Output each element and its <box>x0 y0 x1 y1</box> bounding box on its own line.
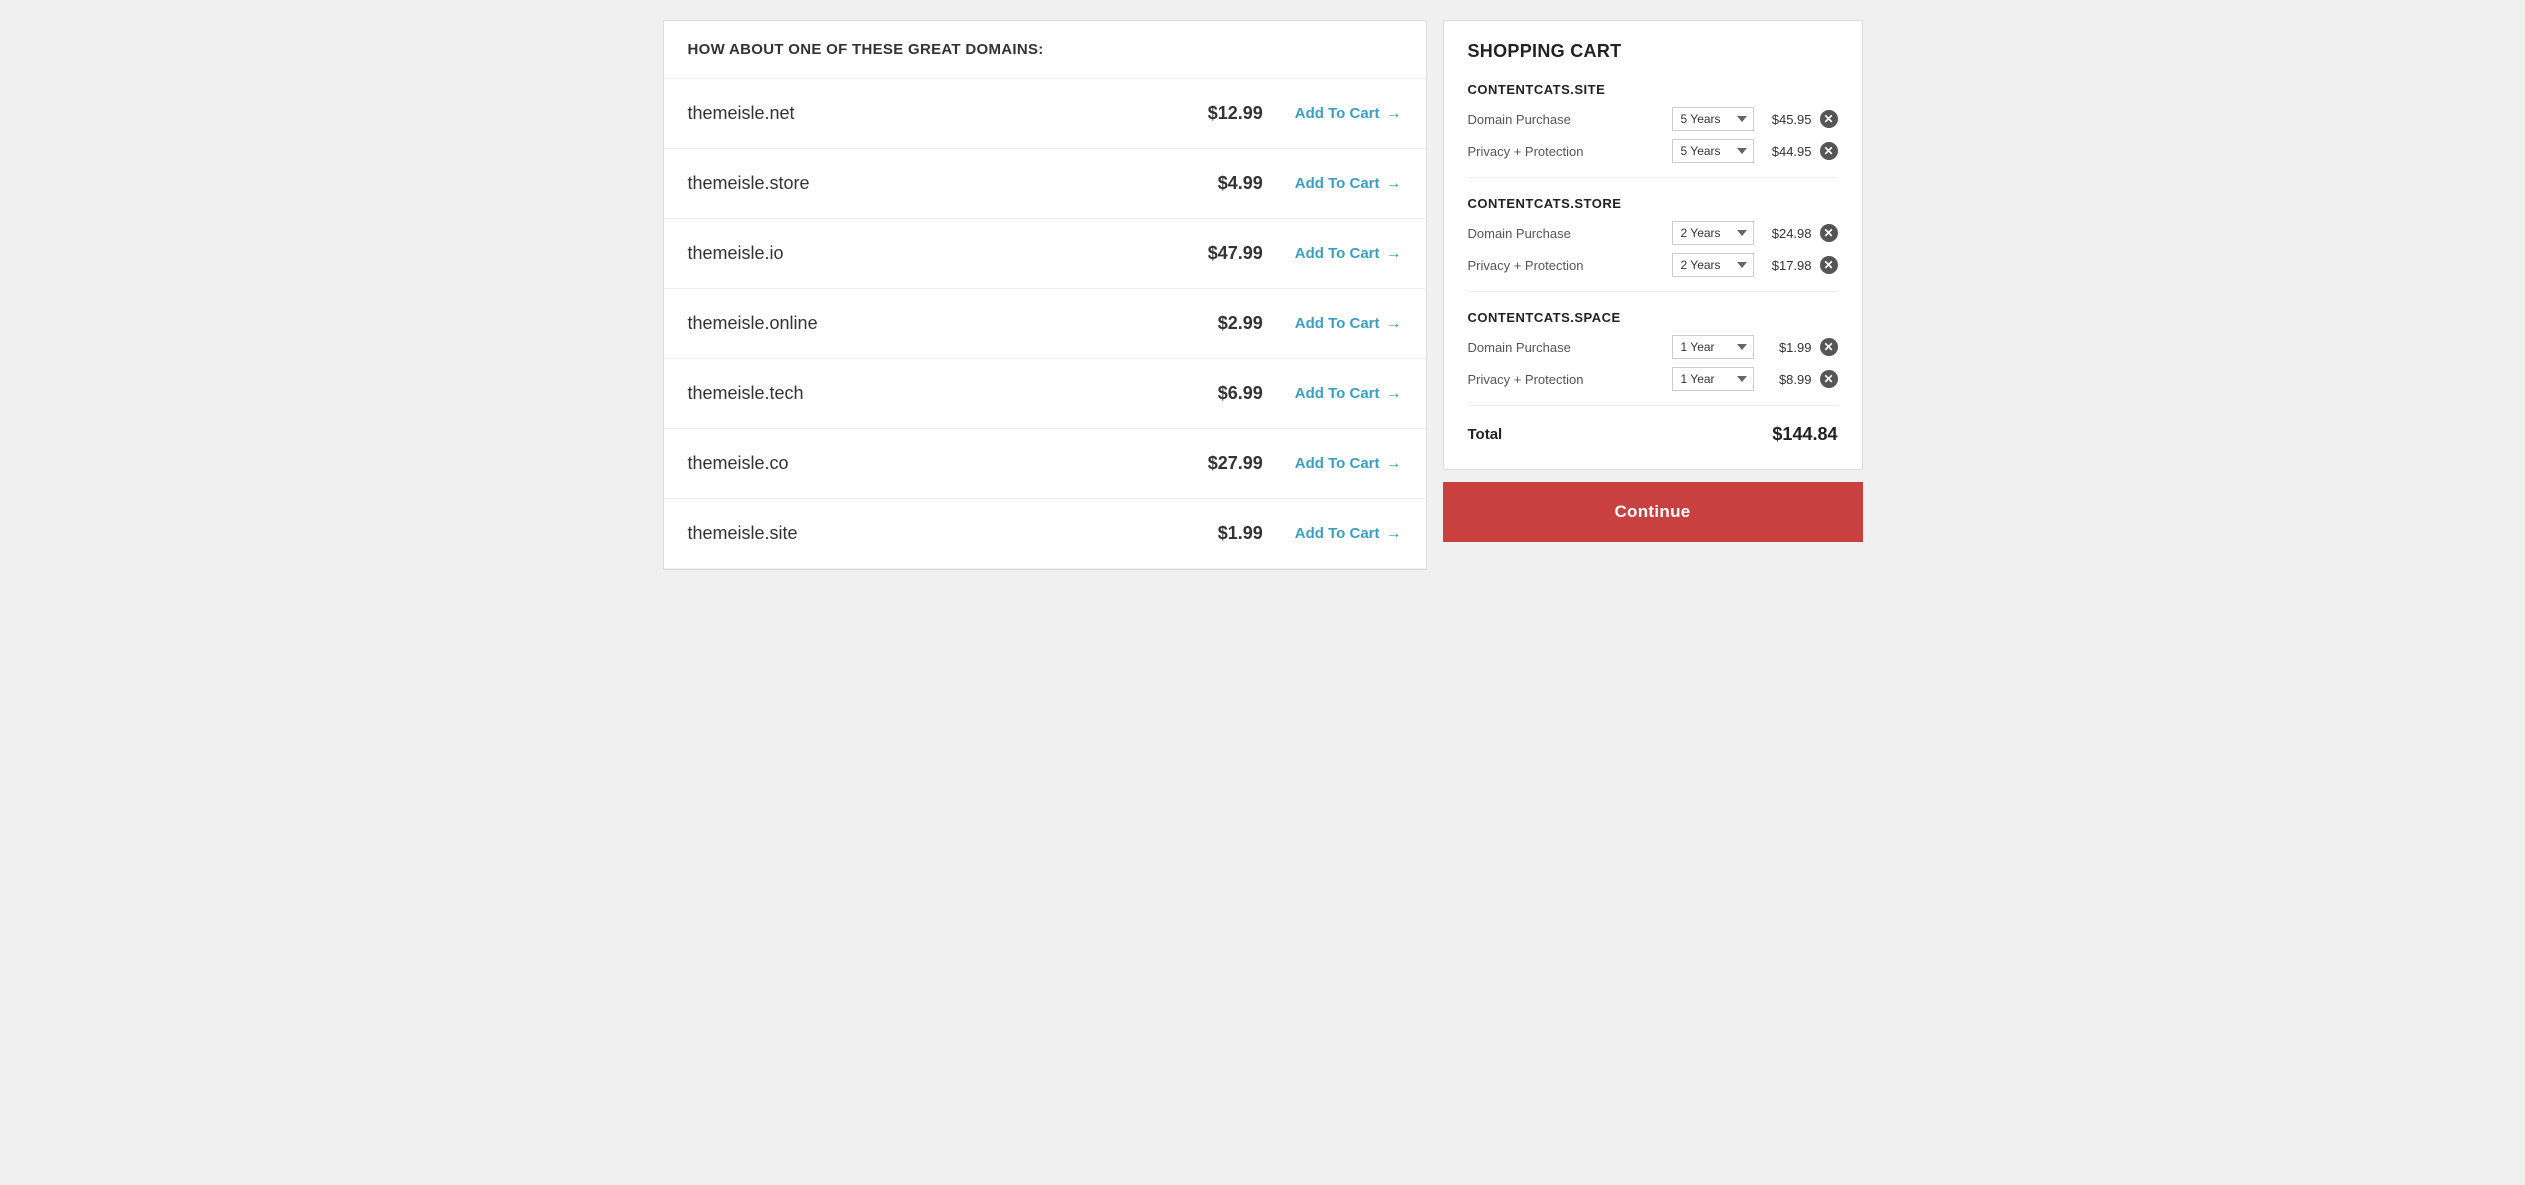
cart-line-label: Privacy + Protection <box>1468 372 1588 387</box>
remove-button[interactable]: ✕ <box>1820 110 1838 128</box>
remove-button[interactable]: ✕ <box>1820 142 1838 160</box>
domain-name: themeisle.io <box>688 243 1183 264</box>
arrow-right-icon: → <box>1386 245 1402 263</box>
add-to-cart-label: Add To Cart <box>1295 245 1380 262</box>
cart-line-right: 1 Year2 Years3 Years5 Years $44.95 ✕ <box>1672 139 1838 163</box>
remove-button[interactable]: ✕ <box>1820 224 1838 242</box>
left-panel-header: HOW ABOUT ONE OF THESE GREAT DOMAINS: <box>664 21 1426 79</box>
add-to-cart-button[interactable]: Add To Cart → <box>1295 175 1402 193</box>
cart-line: Privacy + Protection 1 Year2 Years3 Years… <box>1468 253 1838 277</box>
cart-line-label: Privacy + Protection <box>1468 258 1588 273</box>
cart-line-price: $8.99 <box>1762 372 1812 387</box>
cart-line-price: $1.99 <box>1762 340 1812 355</box>
cart-section-domain-name: CONTENTCATS.SPACE <box>1468 310 1838 325</box>
year-select[interactable]: 1 Year2 Years3 Years5 Years <box>1672 107 1754 131</box>
cart-line-label: Domain Purchase <box>1468 112 1588 127</box>
cart-total-value: $144.84 <box>1772 424 1837 445</box>
domain-price: $4.99 <box>1183 173 1263 194</box>
domain-price: $1.99 <box>1183 523 1263 544</box>
add-to-cart-button[interactable]: Add To Cart → <box>1295 385 1402 403</box>
year-select[interactable]: 1 Year2 Years3 Years5 Years <box>1672 335 1754 359</box>
domain-name: themeisle.store <box>688 173 1183 194</box>
domain-price: $2.99 <box>1183 313 1263 334</box>
cart-total-row: Total $144.84 <box>1468 424 1838 445</box>
cart-domain-section: CONTENTCATS.STORE Domain Purchase 1 Year2 … <box>1468 196 1838 292</box>
cart-sections: CONTENTCATS.SITE Domain Purchase 1 Year2 Y… <box>1468 82 1838 406</box>
domain-price: $6.99 <box>1183 383 1263 404</box>
cart-line-right: 1 Year2 Years3 Years5 Years $45.95 ✕ <box>1672 107 1838 131</box>
left-panel: HOW ABOUT ONE OF THESE GREAT DOMAINS: th… <box>663 20 1427 570</box>
cart-line: Domain Purchase 1 Year2 Years3 Years5 Yea… <box>1468 107 1838 131</box>
page-wrapper: HOW ABOUT ONE OF THESE GREAT DOMAINS: th… <box>663 20 1863 570</box>
domain-row: themeisle.site$1.99 Add To Cart → <box>664 499 1426 569</box>
cart-title: SHOPPING CART <box>1468 41 1838 62</box>
remove-button[interactable]: ✕ <box>1820 338 1838 356</box>
add-to-cart-label: Add To Cart <box>1295 315 1380 332</box>
remove-button[interactable]: ✕ <box>1820 256 1838 274</box>
add-to-cart-button[interactable]: Add To Cart → <box>1295 245 1402 263</box>
domain-row: themeisle.store$4.99 Add To Cart → <box>664 149 1426 219</box>
add-to-cart-label: Add To Cart <box>1295 525 1380 542</box>
cart-line-price: $24.98 <box>1762 226 1812 241</box>
continue-button[interactable]: Continue <box>1443 482 1863 542</box>
cart-domain-section: CONTENTCATS.SPACE Domain Purchase 1 Year2 … <box>1468 310 1838 406</box>
add-to-cart-button[interactable]: Add To Cart → <box>1295 315 1402 333</box>
cart-line-price: $45.95 <box>1762 112 1812 127</box>
year-select[interactable]: 1 Year2 Years3 Years5 Years <box>1672 139 1754 163</box>
cart-box: SHOPPING CART CONTENTCATS.SITE Domain Pur… <box>1443 20 1863 470</box>
add-to-cart-button[interactable]: Add To Cart → <box>1295 105 1402 123</box>
domain-row: themeisle.tech$6.99 Add To Cart → <box>664 359 1426 429</box>
add-to-cart-label: Add To Cart <box>1295 175 1380 192</box>
domain-list: themeisle.net$12.99Add To Cart →themeisl… <box>664 79 1426 569</box>
domain-name: themeisle.site <box>688 523 1183 544</box>
arrow-right-icon: → <box>1386 315 1402 333</box>
add-to-cart-label: Add To Cart <box>1295 455 1380 472</box>
cart-line: Privacy + Protection 1 Year2 Years3 Years… <box>1468 139 1838 163</box>
add-to-cart-button[interactable]: Add To Cart → <box>1295 455 1402 473</box>
cart-line: Privacy + Protection 1 Year2 Years3 Years… <box>1468 367 1838 391</box>
domain-price: $27.99 <box>1183 453 1263 474</box>
domain-name: themeisle.co <box>688 453 1183 474</box>
cart-line: Domain Purchase 1 Year2 Years3 Years5 Yea… <box>1468 335 1838 359</box>
domain-price: $47.99 <box>1183 243 1263 264</box>
cart-domain-section: CONTENTCATS.SITE Domain Purchase 1 Year2 Y… <box>1468 82 1838 178</box>
arrow-right-icon: → <box>1386 385 1402 403</box>
right-panel: SHOPPING CART CONTENTCATS.SITE Domain Pur… <box>1443 20 1863 570</box>
cart-total-label: Total <box>1468 426 1503 443</box>
cart-section-domain-name: CONTENTCATS.SITE <box>1468 82 1838 97</box>
arrow-right-icon: → <box>1386 105 1402 123</box>
cart-line-label: Domain Purchase <box>1468 340 1588 355</box>
cart-line-right: 1 Year2 Years3 Years5 Years $24.98 ✕ <box>1672 221 1838 245</box>
arrow-right-icon: → <box>1386 175 1402 193</box>
year-select[interactable]: 1 Year2 Years3 Years5 Years <box>1672 367 1754 391</box>
domain-row: themeisle.net$12.99 Add To Cart → <box>664 79 1426 149</box>
remove-button[interactable]: ✕ <box>1820 370 1838 388</box>
add-to-cart-label: Add To Cart <box>1295 385 1380 402</box>
cart-line: Domain Purchase 1 Year2 Years3 Years5 Yea… <box>1468 221 1838 245</box>
cart-section-domain-name: CONTENTCATS.STORE <box>1468 196 1838 211</box>
cart-line-price: $44.95 <box>1762 144 1812 159</box>
cart-line-right: 1 Year2 Years3 Years5 Years $8.99 ✕ <box>1672 367 1838 391</box>
cart-line-label: Domain Purchase <box>1468 226 1588 241</box>
cart-line-price: $17.98 <box>1762 258 1812 273</box>
add-to-cart-label: Add To Cart <box>1295 105 1380 122</box>
domain-name: themeisle.tech <box>688 383 1183 404</box>
cart-divider <box>1468 291 1838 292</box>
domain-name: themeisle.net <box>688 103 1183 124</box>
domain-row: themeisle.io$47.99 Add To Cart → <box>664 219 1426 289</box>
arrow-right-icon: → <box>1386 455 1402 473</box>
cart-divider <box>1468 405 1838 406</box>
year-select[interactable]: 1 Year2 Years3 Years5 Years <box>1672 253 1754 277</box>
cart-line-label: Privacy + Protection <box>1468 144 1588 159</box>
add-to-cart-button[interactable]: Add To Cart → <box>1295 525 1402 543</box>
domain-row: themeisle.online$2.99 Add To Cart → <box>664 289 1426 359</box>
cart-line-right: 1 Year2 Years3 Years5 Years $17.98 ✕ <box>1672 253 1838 277</box>
domain-row: themeisle.co$27.99 Add To Cart → <box>664 429 1426 499</box>
year-select[interactable]: 1 Year2 Years3 Years5 Years <box>1672 221 1754 245</box>
arrow-right-icon: → <box>1386 525 1402 543</box>
cart-divider <box>1468 177 1838 178</box>
domain-price: $12.99 <box>1183 103 1263 124</box>
cart-line-right: 1 Year2 Years3 Years5 Years $1.99 ✕ <box>1672 335 1838 359</box>
domain-name: themeisle.online <box>688 313 1183 334</box>
